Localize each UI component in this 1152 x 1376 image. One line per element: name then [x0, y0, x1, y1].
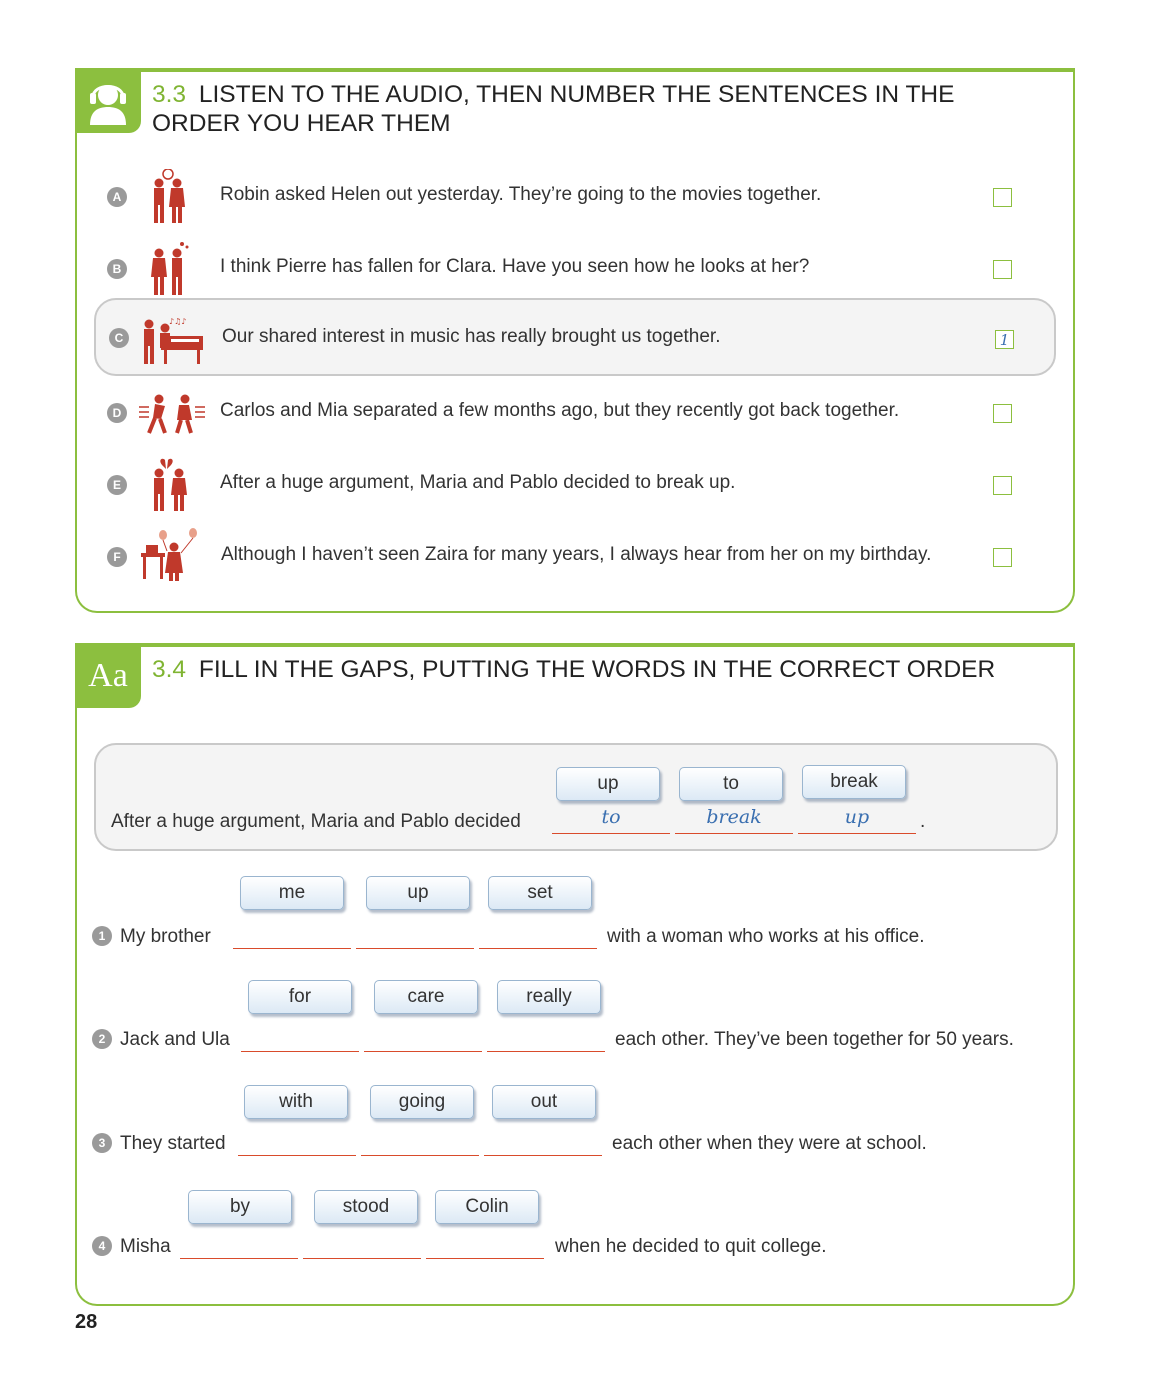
word-tile[interactable]: stood — [314, 1190, 418, 1224]
example-answer-blank[interactable]: break — [675, 805, 793, 834]
question-number-badge: 2 — [92, 1029, 112, 1049]
answer-blank[interactable] — [233, 920, 351, 949]
question-text: Jack and Ula — [120, 1029, 230, 1050]
letter-badge-c: C — [109, 328, 129, 348]
sentence-row-c: C ♪♫♪ Our shared interest in music has r… — [94, 298, 1056, 376]
word-tile[interactable]: for — [248, 980, 352, 1014]
word-tile[interactable]: going — [370, 1085, 474, 1119]
question-2-end: each other. They’ve been together for 50… — [615, 1029, 1014, 1050]
letter-badge-e: E — [107, 475, 127, 495]
question-number-badge: 3 — [92, 1133, 112, 1153]
sentence-row-b: B I think Pierre has fallen for Clara. H… — [107, 238, 1057, 300]
answer-blank[interactable] — [180, 1230, 298, 1259]
headphones-person-icon — [90, 84, 126, 125]
exercise-3-3-panel: 3.3 LISTEN TO THE AUDIO, THEN NUMBER THE… — [75, 68, 1075, 613]
exercise-3-3-title: 3.3 LISTEN TO THE AUDIO, THEN NUMBER THE… — [152, 80, 1032, 138]
answer-blank[interactable] — [364, 1023, 482, 1052]
sentence-row-f: F Although I haven’t seen Zaira for many… — [107, 527, 1057, 589]
question-number-badge: 4 — [92, 1236, 112, 1256]
sentence-text: Robin asked Helen out yesterday. They’re… — [220, 184, 822, 205]
exercise-3-3-badge — [75, 68, 141, 133]
question-4-start: 4 Misha — [92, 1236, 171, 1258]
word-tile[interactable]: out — [492, 1085, 596, 1119]
example-answer-blank[interactable]: to — [552, 805, 670, 834]
letter-badge-b: B — [107, 259, 127, 279]
word-tile[interactable]: to — [679, 767, 783, 801]
answer-box-a[interactable] — [993, 188, 1012, 207]
answer-box-b[interactable] — [993, 260, 1012, 279]
word-tile[interactable]: Colin — [435, 1190, 539, 1224]
question-text: My brother — [120, 926, 211, 947]
svg-text:♪♫♪: ♪♫♪ — [169, 317, 186, 326]
page-number: 28 — [75, 1311, 98, 1333]
example-sentence-start: After a huge argument, Maria and Pablo d… — [111, 811, 521, 832]
question-text: Misha — [120, 1236, 171, 1257]
answer-blank[interactable] — [361, 1127, 479, 1156]
question-text: They started — [120, 1133, 226, 1154]
sentence-row-e: E After a huge argument, Maria and Pablo… — [107, 455, 1057, 517]
example-answer-blank[interactable]: up — [798, 805, 916, 834]
couple-breakup-icon — [154, 458, 187, 511]
question-number-badge: 1 — [92, 926, 112, 946]
question-3-end: each other when they were at school. — [612, 1133, 927, 1154]
word-tile[interactable]: up — [366, 876, 470, 910]
exercise-instruction: FILL IN THE GAPS, PUTTING THE WORDS IN T… — [198, 656, 996, 683]
answer-blank[interactable] — [487, 1023, 605, 1052]
exercise-number: 3.3 — [152, 81, 187, 108]
couple-date-icon — [154, 169, 185, 223]
question-4-end: when he decided to quit college. — [555, 1236, 827, 1257]
word-tile[interactable]: care — [374, 980, 478, 1014]
sentence-text: I think Pierre has fallen for Clara. Hav… — [220, 256, 810, 277]
answer-blank[interactable] — [241, 1023, 359, 1052]
exercise-number: 3.4 — [152, 656, 187, 683]
answer-box-f[interactable] — [993, 548, 1012, 567]
worked-example: up to break After a huge argument, Maria… — [94, 743, 1058, 851]
exercise-3-4-panel: Aa 3.4 FILL IN THE GAPS, PUTTING THE WOR… — [75, 643, 1075, 1306]
answer-box-d[interactable] — [993, 404, 1012, 423]
word-tile[interactable]: really — [497, 980, 601, 1014]
answer-blank[interactable] — [479, 920, 597, 949]
sentence-row-a: A Robin asked Helen out yesterday. They’… — [107, 167, 1057, 229]
question-3-start: 3 They started — [92, 1133, 226, 1155]
answer-blank[interactable] — [238, 1127, 356, 1156]
word-tile[interactable]: break — [802, 765, 906, 799]
sentence-text: Although I haven’t seen Zaira for many y… — [221, 544, 932, 565]
sentence-text: Our shared interest in music has really … — [222, 326, 721, 347]
birthday-card-icon — [141, 528, 197, 581]
answer-box-c[interactable]: 1 — [995, 330, 1014, 349]
answer-blank[interactable] — [356, 920, 474, 949]
question-1-start: 1 My brother — [92, 926, 211, 948]
word-tile[interactable]: by — [188, 1190, 292, 1224]
word-tile[interactable]: set — [488, 876, 592, 910]
example-sentence-end: . — [920, 811, 926, 832]
letter-badge-d: D — [107, 403, 127, 423]
answer-blank[interactable] — [303, 1230, 421, 1259]
letter-badge-a: A — [107, 187, 127, 207]
question-2-start: 2 Jack and Ula — [92, 1029, 230, 1051]
couple-attraction-icon — [151, 242, 189, 295]
couple-piano-icon: ♪♫♪ — [144, 317, 203, 364]
word-tile[interactable]: me — [240, 876, 344, 910]
sentence-text: Carlos and Mia separated a few months ag… — [220, 400, 900, 421]
word-tile[interactable]: up — [556, 767, 660, 801]
answer-blank[interactable] — [484, 1127, 602, 1156]
exercise-3-4-title: 3.4 FILL IN THE GAPS, PUTTING THE WORDS … — [152, 655, 1032, 684]
exercise-instruction: LISTEN TO THE AUDIO, THEN NUMBER THE SEN… — [152, 81, 955, 137]
answer-blank[interactable] — [426, 1230, 544, 1259]
word-tile[interactable]: with — [244, 1085, 348, 1119]
sentence-row-d: D Carlos and Mia separated a few months … — [107, 383, 1057, 445]
exercise-3-4-badge: Aa — [75, 643, 141, 708]
sentence-text: After a huge argument, Maria and Pablo d… — [220, 472, 736, 493]
couple-reunite-icon — [139, 394, 205, 434]
answer-box-e[interactable] — [993, 476, 1012, 495]
question-1-end: with a woman who works at his office. — [607, 926, 925, 947]
letter-badge-f: F — [107, 547, 127, 567]
